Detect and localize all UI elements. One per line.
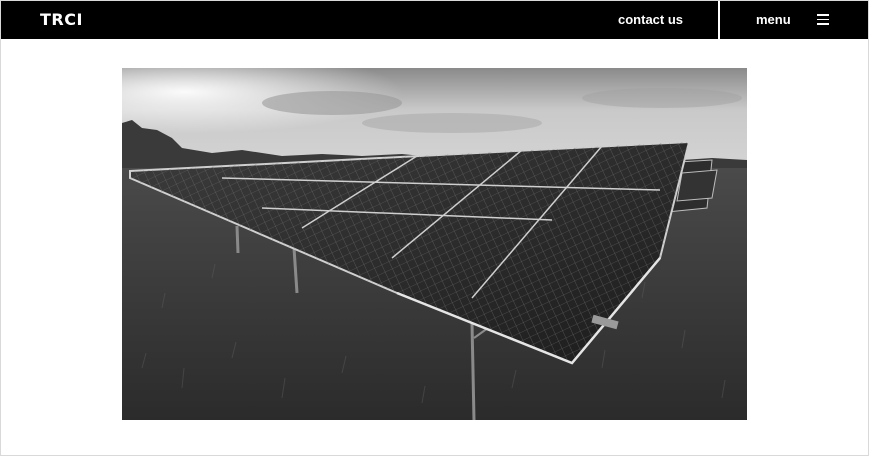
solar-panel-photo (122, 68, 747, 420)
site-header: TRCI contact us menu (1, 1, 868, 39)
hero-image (122, 68, 747, 420)
menu-button[interactable]: menu (720, 1, 868, 39)
hamburger-icon (817, 14, 829, 25)
menu-label: menu (756, 12, 791, 27)
site-logo[interactable]: TRCI (40, 10, 83, 29)
contact-us-link[interactable]: contact us (618, 12, 683, 27)
page-frame: TRCI contact us menu (0, 0, 869, 456)
